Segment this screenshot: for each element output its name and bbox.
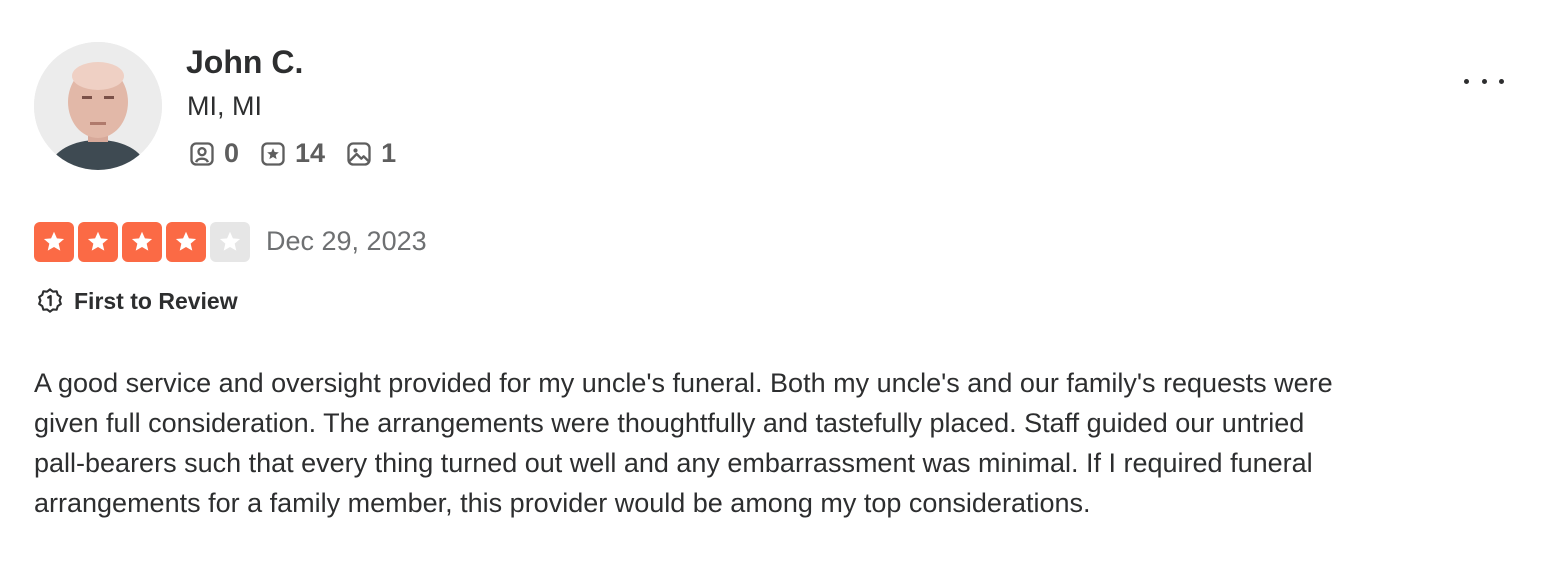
friends-stat: 0	[188, 138, 239, 169]
star-filled	[78, 222, 118, 262]
reviews-stat: 14	[259, 138, 325, 169]
reviews-count: 14	[295, 138, 326, 168]
avatar-photo	[34, 42, 162, 170]
review-text: A good service and oversight provided fo…	[34, 368, 1333, 518]
friends-icon	[190, 141, 214, 166]
user-name[interactable]: John C.	[186, 44, 303, 81]
star-icon	[175, 231, 197, 251]
first-to-review-icon	[38, 288, 62, 313]
star-icon	[131, 231, 153, 251]
user-stats: 0 14 1	[188, 138, 416, 169]
review-star-icon	[261, 141, 285, 166]
star-icon	[219, 231, 241, 251]
user-location: MI, MI	[187, 91, 262, 121]
star-filled	[166, 222, 206, 262]
badge-label: First to Review	[74, 287, 238, 314]
avatar[interactable]	[34, 42, 162, 170]
first-to-review-badge[interactable]: First to Review	[36, 287, 238, 315]
review-date: Dec 29, 2023	[266, 226, 427, 256]
star-rating	[34, 222, 254, 262]
more-options-button[interactable]	[1460, 66, 1508, 96]
more-options-icon-dot	[1481, 78, 1487, 84]
friends-count: 0	[224, 138, 240, 168]
star-filled	[34, 222, 74, 262]
photos-stat: 1	[345, 138, 396, 169]
star-filled	[122, 222, 162, 262]
photos-count: 1	[381, 138, 397, 168]
more-options-icon-dot	[1499, 78, 1504, 84]
star-icon	[87, 231, 109, 251]
photo-icon	[347, 141, 371, 166]
more-options-icon	[1464, 78, 1469, 84]
star-icon	[43, 231, 65, 251]
star-empty	[210, 222, 250, 262]
